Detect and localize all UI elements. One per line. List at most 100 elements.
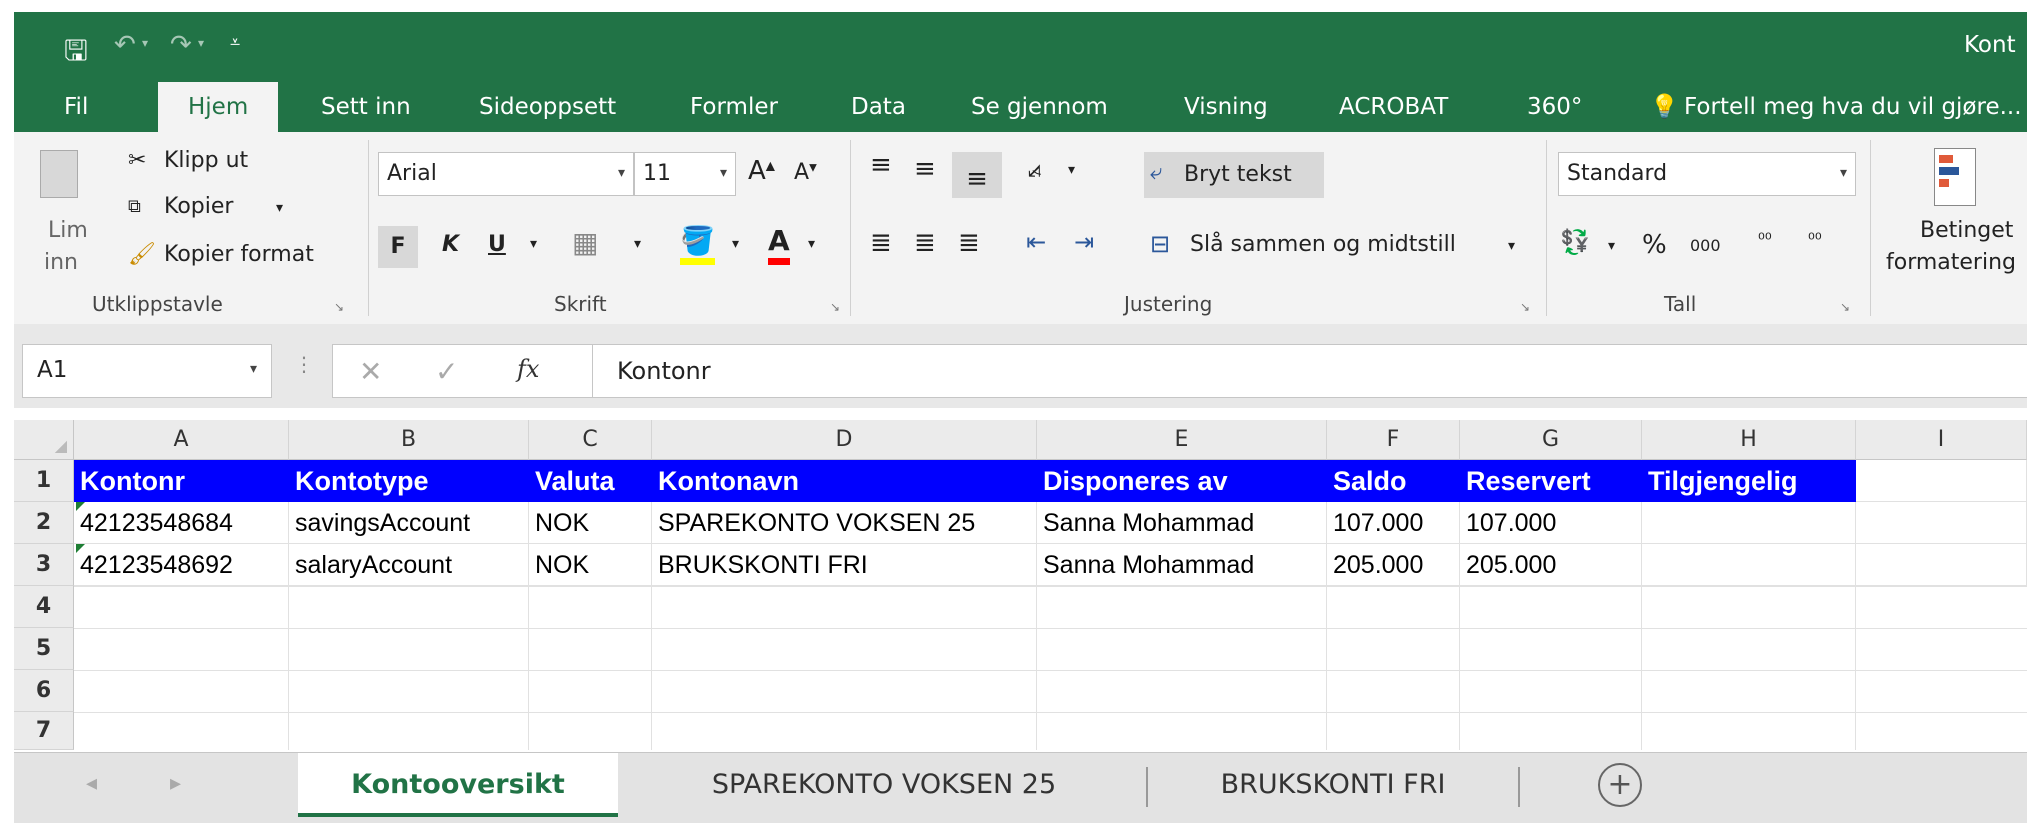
column-header-g[interactable]: G xyxy=(1460,420,1642,460)
name-box[interactable]: A1 ▾ xyxy=(22,344,272,398)
scroll-right-icon[interactable]: ▸ xyxy=(170,771,181,796)
tab-page-layout[interactable]: Sideoppsett xyxy=(479,82,616,132)
cell-i2[interactable] xyxy=(1856,502,2027,544)
tab-formulas[interactable]: Formler xyxy=(690,82,778,132)
tab-data[interactable]: Data xyxy=(851,82,906,132)
redo-icon[interactable]: ↷ xyxy=(170,30,192,60)
chevron-down-icon[interactable]: ▾ xyxy=(1840,165,1847,181)
merge-center-icon[interactable]: ⊟ xyxy=(1150,230,1170,258)
cell-f3[interactable]: 205.000 xyxy=(1327,544,1460,586)
align-top-icon[interactable]: ≡ xyxy=(870,150,892,180)
redo-dropdown-icon[interactable]: ▾ xyxy=(198,36,204,50)
cell-a2[interactable]: 42123548684 xyxy=(74,502,289,544)
undo-dropdown-icon[interactable]: ▾ xyxy=(142,36,148,50)
number-format-box[interactable]: Standard ▾ xyxy=(1558,152,1856,196)
sheet-tab-sparekonto[interactable]: SPAREKONTO VOKSEN 25 xyxy=(624,753,1144,817)
increase-font-icon[interactable]: A▲ xyxy=(748,156,775,186)
tell-me-box[interactable]: Fortell meg hva du vil gjøre... xyxy=(1684,82,2022,132)
conditional-formatting-label[interactable]: Betinget xyxy=(1920,218,2013,243)
cell-c2[interactable]: NOK xyxy=(529,502,652,544)
empty-cells[interactable] xyxy=(74,586,2027,750)
alignment-launcher-icon[interactable]: ↘ xyxy=(1520,300,1530,314)
fx-icon[interactable]: fx xyxy=(517,355,539,383)
underline-dropdown-icon[interactable]: ▾ xyxy=(530,236,537,252)
cell-h2[interactable] xyxy=(1642,502,1856,544)
fill-color-dropdown-icon[interactable]: ▾ xyxy=(732,236,739,252)
row-header-4[interactable]: 4 xyxy=(14,586,74,628)
row-header-2[interactable]: 2 xyxy=(14,502,74,544)
customize-toolbar-icon[interactable]: ⩡ xyxy=(230,32,240,53)
column-header-b[interactable]: B xyxy=(289,420,529,460)
bold-button[interactable]: F xyxy=(378,226,418,268)
cancel-icon[interactable]: ✕ xyxy=(359,355,382,388)
tab-home[interactable]: Hjem xyxy=(158,82,279,132)
save-icon[interactable]: 🖫 xyxy=(64,30,88,78)
cell-b1[interactable]: Kontotype xyxy=(289,460,529,502)
accounting-dropdown-icon[interactable]: ▾ xyxy=(1608,238,1615,254)
cell-b3[interactable]: salaryAccount xyxy=(289,544,529,586)
align-right-icon[interactable]: ≣ xyxy=(958,228,980,258)
align-left-icon[interactable]: ≣ xyxy=(870,228,892,258)
cell-a3[interactable]: 42123548692 xyxy=(74,544,289,586)
chevron-down-icon[interactable]: ▾ xyxy=(618,165,625,181)
fill-color-icon[interactable]: 🪣 xyxy=(680,224,715,265)
cell-i3[interactable] xyxy=(1856,544,2027,586)
font-launcher-icon[interactable]: ↘ xyxy=(830,300,840,314)
borders-icon[interactable]: ▦ xyxy=(572,226,598,259)
align-bottom-icon[interactable]: ≡ xyxy=(952,152,1002,198)
increase-decimal-icon[interactable]: ⁰⁰ xyxy=(1758,230,1772,250)
row-header-7[interactable]: 7 xyxy=(14,712,74,750)
clipboard-launcher-icon[interactable]: ↘ xyxy=(334,300,344,314)
font-color-icon[interactable]: A xyxy=(768,224,790,265)
cut-button[interactable]: Klipp ut xyxy=(164,148,248,173)
conditional-formatting-icon[interactable] xyxy=(1934,148,1976,206)
tab-review[interactable]: Se gjennom xyxy=(971,82,1108,132)
column-header-c[interactable]: C xyxy=(529,420,652,460)
paste-icon[interactable] xyxy=(40,150,78,198)
conditional-formatting-label-2[interactable]: formatering xyxy=(1886,250,2016,275)
cell-b2[interactable]: savingsAccount xyxy=(289,502,529,544)
format-painter-button[interactable]: Kopier format xyxy=(164,242,314,267)
row-header-3[interactable]: 3 xyxy=(14,544,74,586)
add-sheet-icon[interactable]: + xyxy=(1598,763,1642,807)
paste-label[interactable]: Lim xyxy=(48,218,88,243)
cell-d3[interactable]: BRUKSKONTI FRI xyxy=(652,544,1037,586)
cell-f1[interactable]: Saldo xyxy=(1327,460,1460,502)
borders-dropdown-icon[interactable]: ▾ xyxy=(634,236,641,252)
row-header-5[interactable]: 5 xyxy=(14,628,74,670)
enter-icon[interactable]: ✓ xyxy=(435,355,458,388)
percent-button[interactable]: % xyxy=(1642,230,1667,260)
cell-g2[interactable]: 107.000 xyxy=(1460,502,1642,544)
paste-label-2[interactable]: inn xyxy=(44,250,78,275)
accounting-format-icon[interactable]: 💱 xyxy=(1560,228,1590,256)
column-header-i[interactable]: I xyxy=(1856,420,2027,460)
cell-e2[interactable]: Sanna Mohammad xyxy=(1037,502,1327,544)
decrease-font-icon[interactable]: A▼ xyxy=(794,160,817,185)
merge-dropdown-icon[interactable]: ▾ xyxy=(1508,238,1515,254)
font-name-box[interactable]: Arial ▾ xyxy=(378,152,634,196)
cell-d1[interactable]: Kontonavn xyxy=(652,460,1037,502)
align-middle-icon[interactable]: ≡ xyxy=(914,154,936,184)
chevron-down-icon[interactable]: ▾ xyxy=(720,165,727,181)
font-color-dropdown-icon[interactable]: ▾ xyxy=(808,236,815,252)
number-launcher-icon[interactable]: ↘ xyxy=(1840,300,1850,314)
column-header-e[interactable]: E xyxy=(1037,420,1327,460)
cell-h1[interactable]: Tilgjengelig xyxy=(1642,460,1856,502)
tab-file[interactable]: Fil xyxy=(64,82,88,132)
undo-icon[interactable]: ↶ xyxy=(114,30,136,60)
tab-insert[interactable]: Sett inn xyxy=(321,82,411,132)
scroll-left-icon[interactable]: ◂ xyxy=(86,771,97,796)
cell-e1[interactable]: Disponeres av xyxy=(1037,460,1327,502)
cell-i1[interactable] xyxy=(1856,460,2027,502)
row-header-6[interactable]: 6 xyxy=(14,670,74,712)
cell-d2[interactable]: SPAREKONTO VOKSEN 25 xyxy=(652,502,1037,544)
column-header-f[interactable]: F xyxy=(1327,420,1460,460)
formula-input[interactable]: Kontonr xyxy=(592,344,2027,398)
thousands-separator-button[interactable]: 000 xyxy=(1690,236,1721,255)
tab-acrobat[interactable]: ACROBAT xyxy=(1339,82,1448,132)
cell-g3[interactable]: 205.000 xyxy=(1460,544,1642,586)
column-header-h[interactable]: H xyxy=(1642,420,1856,460)
font-size-box[interactable]: 11 ▾ xyxy=(634,152,736,196)
sheet-tab-kontooversikt[interactable]: Kontooversikt xyxy=(298,753,618,817)
orientation-icon[interactable]: ⦯ xyxy=(1028,154,1041,182)
